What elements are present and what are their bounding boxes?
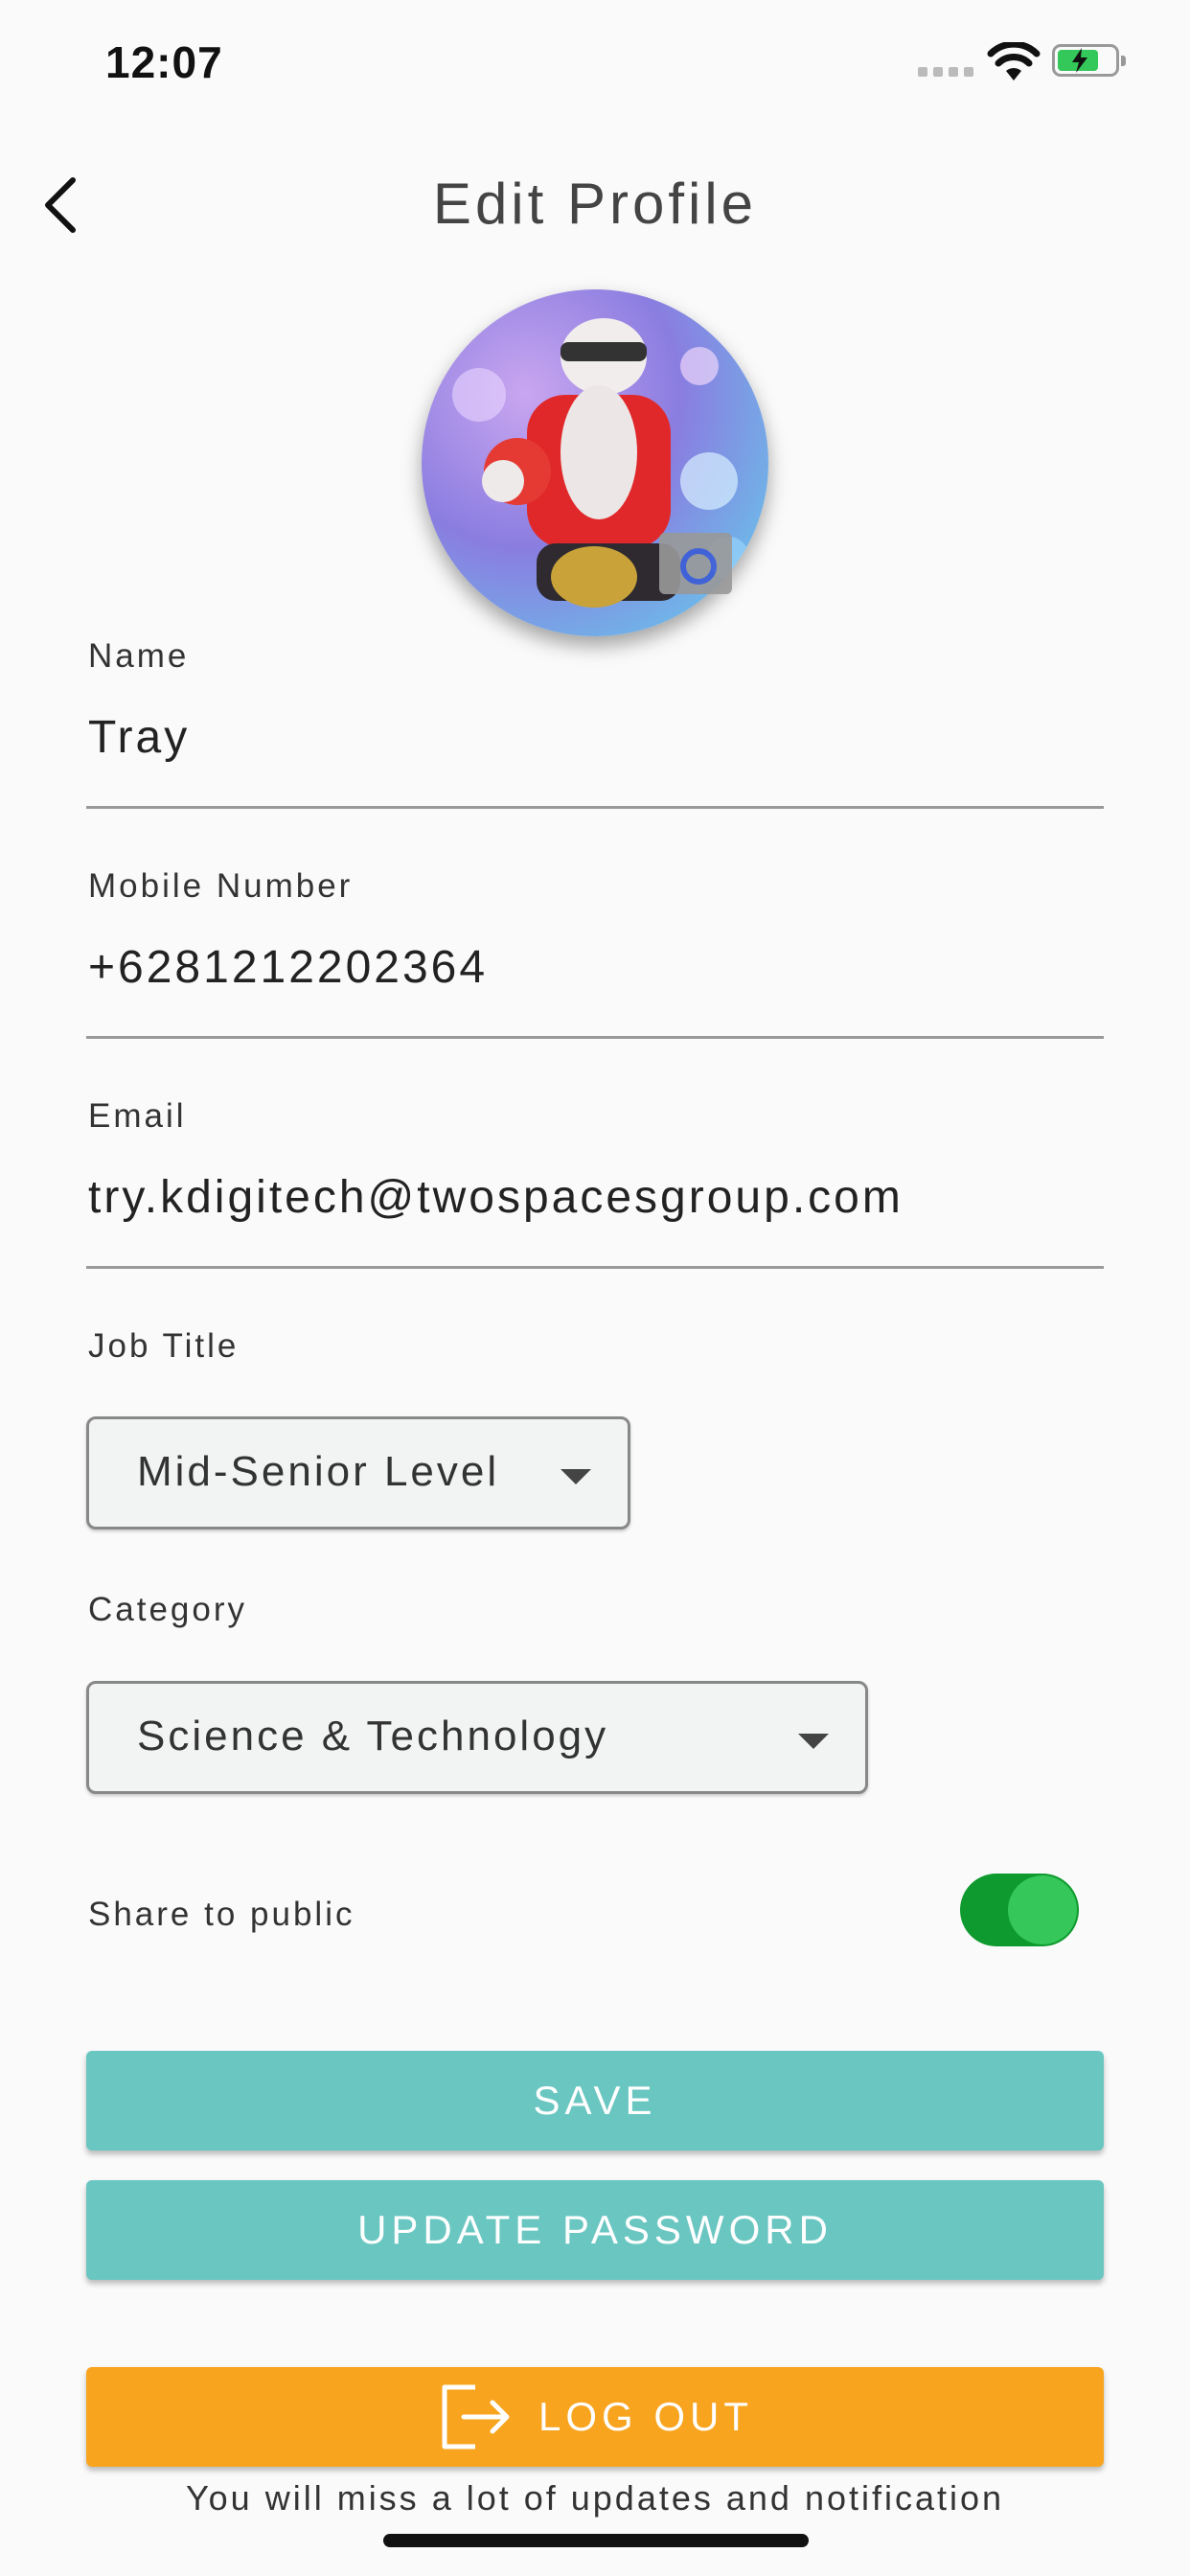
email-label: Email <box>88 1097 187 1135</box>
name-field[interactable]: Tray <box>88 711 190 764</box>
page-title: Edit Profile <box>432 172 758 236</box>
share-label: Share to public <box>88 1896 355 1933</box>
home-indicator[interactable] <box>383 2534 809 2547</box>
category-label: Category <box>88 1591 248 1628</box>
logout-label: LOG OUT <box>538 2394 754 2439</box>
wifi-icon <box>987 40 1041 87</box>
toggle-knob <box>1008 1875 1077 1944</box>
logout-note: You will miss a lot of updates and notif… <box>185 2478 1005 2518</box>
name-underline <box>86 806 1104 809</box>
job-title-select[interactable]: Mid-Senior Level <box>86 1416 630 1530</box>
logout-icon <box>437 2381 514 2452</box>
logout-button[interactable]: LOG OUT <box>86 2367 1104 2467</box>
email-field[interactable]: try.kdigitech@twospacesgroup.com <box>88 1171 904 1224</box>
save-button[interactable]: SAVE <box>86 2051 1104 2150</box>
email-underline <box>86 1266 1104 1269</box>
update-password-button[interactable]: UPDATE PASSWORD <box>86 2180 1104 2280</box>
job-title-value: Mid-Senior Level <box>137 1448 500 1495</box>
category-value: Science & Technology <box>137 1713 609 1760</box>
mobile-label: Mobile Number <box>88 867 354 905</box>
job-title-label: Job Title <box>88 1327 240 1365</box>
share-toggle[interactable] <box>960 1874 1079 1946</box>
chevron-down-icon <box>561 1469 591 1484</box>
name-label: Name <box>88 637 190 675</box>
category-select[interactable]: Science & Technology <box>86 1681 868 1794</box>
chevron-down-icon <box>798 1734 829 1749</box>
camera-icon[interactable] <box>659 533 732 594</box>
status-time: 12:07 <box>105 37 223 87</box>
mobile-field[interactable]: +6281212202364 <box>88 941 488 994</box>
cellular-signal-icon <box>918 67 973 77</box>
battery-icon <box>1052 44 1126 77</box>
mobile-underline <box>86 1036 1104 1039</box>
